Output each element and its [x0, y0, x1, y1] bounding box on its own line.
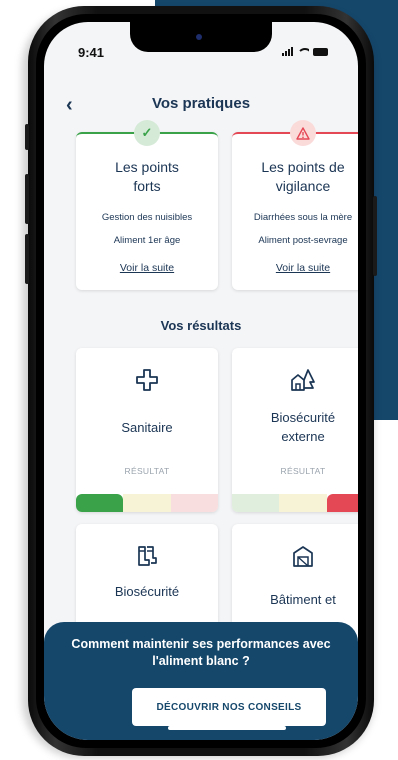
vigilance-item: Diarrhées sous la mère — [253, 212, 353, 223]
strengths-title: Les points forts — [115, 159, 179, 194]
barn-icon — [232, 544, 358, 568]
check-icon: ✓ — [134, 120, 160, 146]
gauge-segment-good — [76, 494, 124, 512]
warning-icon — [290, 120, 316, 146]
result-card-sanitaire[interactable]: Sanitaire RÉSULTAT — [76, 348, 218, 512]
strengths-card: ✓ Les points forts Gestion des nuisibles… — [76, 120, 218, 290]
power-button — [373, 196, 377, 276]
phone-frame: 9:41 ‹ Vos pratiques ✓ Les points forts … — [25, 6, 377, 756]
boots-icon — [76, 544, 218, 568]
vigilance-title: Les points de vigilance — [261, 159, 345, 194]
results-section-title: Vos résultats — [160, 318, 242, 333]
mute-switch — [25, 124, 29, 150]
vigilance-item: Aliment post-sevrage — [258, 235, 348, 246]
result-label: Biosécurité — [114, 584, 180, 599]
strength-item: Aliment 1er âge — [113, 235, 181, 246]
gauge-segment-medium — [279, 494, 327, 512]
strength-item: Gestion des nuisibles — [101, 212, 193, 223]
result-label: Biosécurité externe — [270, 410, 336, 444]
result-caption: RÉSULTAT — [280, 466, 326, 476]
discover-tips-button[interactable]: DÉCOUVRIR NOS CONSEILS — [132, 688, 326, 726]
wifi-icon — [297, 46, 309, 56]
page-title: Vos pratiques — [151, 95, 251, 112]
result-label: Sanitaire — [121, 420, 173, 435]
battery-icon — [313, 48, 328, 56]
farm-building-icon — [232, 368, 358, 392]
app-screen: 9:41 ‹ Vos pratiques ✓ Les points forts … — [44, 22, 358, 740]
promo-text: Comment maintenir ses performances avec … — [71, 637, 331, 668]
strengths-see-more-link[interactable]: Voir la suite — [76, 262, 218, 274]
camera-dot — [196, 34, 202, 40]
medical-cross-icon — [76, 368, 218, 392]
result-label: Bâtiment et — [270, 592, 336, 607]
result-card-biosecurite-externe[interactable]: Biosécurité externe RÉSULTAT — [232, 348, 358, 512]
cellular-signal-icon — [282, 46, 293, 56]
status-time: 9:41 — [78, 45, 105, 60]
gauge-segment-good — [232, 494, 280, 512]
result-caption: RÉSULTAT — [124, 466, 170, 476]
promo-banner: Comment maintenir ses performances avec … — [44, 622, 358, 740]
home-indicator[interactable] — [168, 726, 286, 730]
gauge-segment-medium — [123, 494, 171, 512]
volume-up-button — [25, 174, 29, 224]
result-gauge — [76, 494, 218, 512]
result-gauge — [232, 494, 358, 512]
status-icons — [282, 46, 328, 56]
notch — [130, 22, 272, 52]
volume-down-button — [25, 234, 29, 284]
vigilance-card: Les points de vigilance Diarrhées sous l… — [232, 120, 358, 290]
gauge-segment-bad — [326, 494, 358, 512]
gauge-segment-bad — [170, 494, 218, 512]
vigilance-see-more-link[interactable]: Voir la suite — [232, 262, 358, 274]
